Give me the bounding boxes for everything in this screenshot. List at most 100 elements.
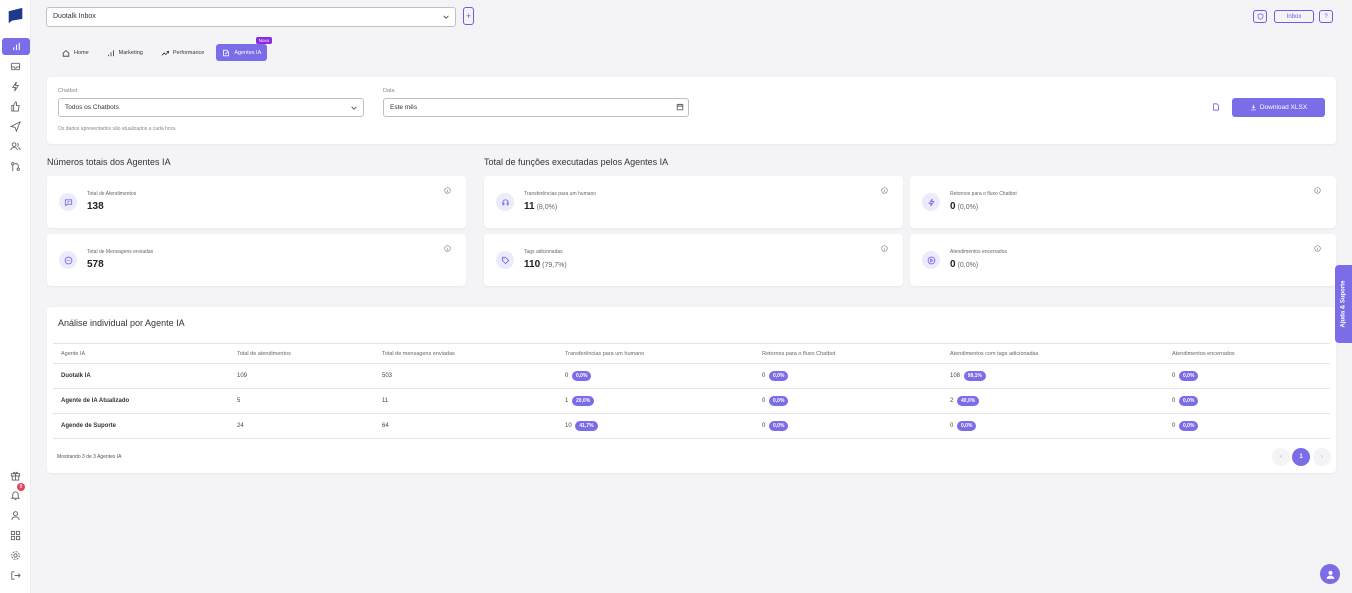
bar-chart-icon [12, 42, 20, 51]
stat-card-retornos: Retornos para o fluxo Chatbot 0 (0,0%) [910, 176, 1336, 228]
stat-label: Retornos para o fluxo Chatbot [950, 191, 1017, 197]
sidebar-item-settings[interactable] [5, 547, 26, 564]
sidebar-item-contacts[interactable] [5, 138, 26, 155]
info-icon[interactable] [881, 245, 888, 252]
table-header: Atendimentos com tags adicionadas [942, 343, 1164, 364]
date-picker[interactable]: Este mês [383, 98, 689, 117]
help-support-label: Ajuda & Suporte [1340, 280, 1347, 328]
tab-label: Marketing [118, 49, 143, 56]
stat-card-transferencias: Transferências para um humano 11 (8,0%) [484, 176, 903, 228]
table-row[interactable]: Agente de IA Atualizado 5 11 1 20,0% 0 0… [53, 388, 1330, 414]
tab-agentes-ia[interactable]: Agentes IA Novo [216, 37, 273, 61]
percent-pill: 41,7% [575, 421, 598, 431]
sidebar-item-gifts[interactable] [5, 467, 26, 484]
sidebar-item-dashboard[interactable] [2, 38, 30, 55]
thumbs-up-icon [11, 101, 20, 112]
cell-enc: 0 0,0% [1164, 388, 1330, 414]
percent-pill: 0,0% [769, 371, 789, 381]
info-icon[interactable] [444, 187, 451, 194]
agent-name: Agente de IA Atualizado [53, 388, 229, 414]
document-icon[interactable] [1212, 103, 1220, 111]
add-inbox-button[interactable]: + [463, 7, 474, 25]
chatbot-select[interactable]: Todos os Chatbots [58, 98, 364, 117]
percent-pill: 0,0% [1179, 396, 1199, 406]
table-header: Retornos para o fluxo Chatbot [754, 343, 942, 364]
info-icon[interactable] [1314, 245, 1321, 252]
download-xlsx-button[interactable]: Download XLSX [1232, 98, 1325, 117]
home-icon [62, 49, 70, 57]
sidebar: 8 [0, 0, 31, 593]
info-icon[interactable] [444, 245, 451, 252]
table-header: Total de atendimentos [229, 343, 374, 364]
headset-icon [496, 193, 514, 211]
cell-tags: 2 40,0% [942, 388, 1164, 414]
sidebar-item-inbox[interactable] [5, 58, 26, 75]
count: 108 [950, 373, 961, 379]
cell-tags: 108 99,1% [942, 363, 1164, 389]
tab-home[interactable]: Home [56, 44, 95, 61]
prev-page-button[interactable]: ‹ [1272, 448, 1290, 466]
cell-msgs: 503 [374, 363, 557, 389]
stop-icon [922, 251, 940, 269]
git-icon [11, 162, 20, 172]
help-support-tab[interactable]: Ajuda & Suporte [1335, 265, 1352, 343]
stat-label: Transferências para um humano [524, 191, 597, 197]
tabs: Home Marketing Performance Agentes IA Nov… [56, 37, 273, 61]
sidebar-item-notifications[interactable]: 8 [5, 483, 26, 504]
info-icon[interactable] [881, 187, 888, 194]
count: 1 [565, 398, 569, 404]
tab-marketing[interactable]: Marketing [101, 44, 149, 61]
help-button[interactable]: ? [1319, 10, 1333, 23]
send-icon [10, 121, 21, 132]
cell-transf: 10 41,7% [557, 413, 754, 439]
duotalk-logo[interactable] [7, 7, 24, 24]
stat-card-tags: Tags adicionadas 110 (79,7%) [484, 234, 903, 286]
date-label: Data [383, 88, 395, 94]
trend-up-icon [161, 50, 169, 56]
cell-msgs: 64 [374, 413, 557, 439]
inbox-select[interactable]: Duotalk Inbox [46, 7, 456, 27]
count: 2 [950, 398, 954, 404]
sidebar-item-campaigns[interactable] [5, 118, 26, 135]
chatbot-select-value: Todos os Chatbots [65, 104, 119, 111]
count: 0 [762, 398, 766, 404]
agent-name: Agende de Suporte [53, 413, 229, 439]
sidebar-item-integrations[interactable] [5, 158, 26, 175]
info-icon[interactable] [1314, 187, 1321, 194]
date-picker-value: Este mês [390, 104, 418, 111]
percent-pill: 0,0% [769, 421, 789, 431]
cell-ret: 0 0,0% [754, 363, 942, 389]
chat-widget-button[interactable] [1320, 564, 1340, 584]
page-1-button[interactable]: 1 [1292, 448, 1310, 466]
sidebar-item-logout[interactable] [5, 567, 26, 584]
stat-card-mensagens: Total de Mensagens enviadas 578 [47, 234, 466, 286]
stat-value: 11 [524, 201, 535, 212]
table-header: Atendimentos encerrados [1164, 343, 1330, 364]
sidebar-item-profile[interactable] [5, 507, 26, 524]
shield-button[interactable] [1253, 10, 1267, 23]
message-dots-icon [59, 251, 77, 269]
stat-label: Total de Atendimentos [87, 191, 137, 197]
cell-enc: 0 0,0% [1164, 413, 1330, 439]
table-row[interactable]: Agende de Suporte 24 64 10 41,7% 0 0,0% … [53, 413, 1330, 439]
count: 0 [1172, 373, 1176, 379]
next-page-button[interactable]: › [1313, 448, 1331, 466]
sidebar-item-apps[interactable] [5, 527, 26, 544]
cell-total: 24 [229, 413, 374, 439]
inbox-button[interactable]: Inbox [1274, 10, 1314, 23]
tab-label: Home [74, 49, 89, 56]
table-row[interactable]: Duotalk IA 109 503 0 0,0% 0 0,0% 108 99,… [53, 363, 1330, 389]
cell-tags: 0 0,0% [942, 413, 1164, 439]
chatbot-label: Chatbot [58, 88, 78, 94]
update-note: Os dados apresentados são atualizados a … [58, 126, 177, 132]
bolt-icon [922, 193, 940, 211]
sidebar-item-automations[interactable] [5, 78, 26, 95]
percent-pill: 0,0% [769, 396, 789, 406]
gift-icon [10, 471, 21, 481]
tab-performance[interactable]: Performance [155, 44, 211, 61]
chat-icon [59, 193, 77, 211]
count: 0 [565, 373, 569, 379]
user-icon [11, 511, 20, 521]
logout-icon [11, 571, 21, 580]
sidebar-item-feedback[interactable] [5, 98, 26, 115]
